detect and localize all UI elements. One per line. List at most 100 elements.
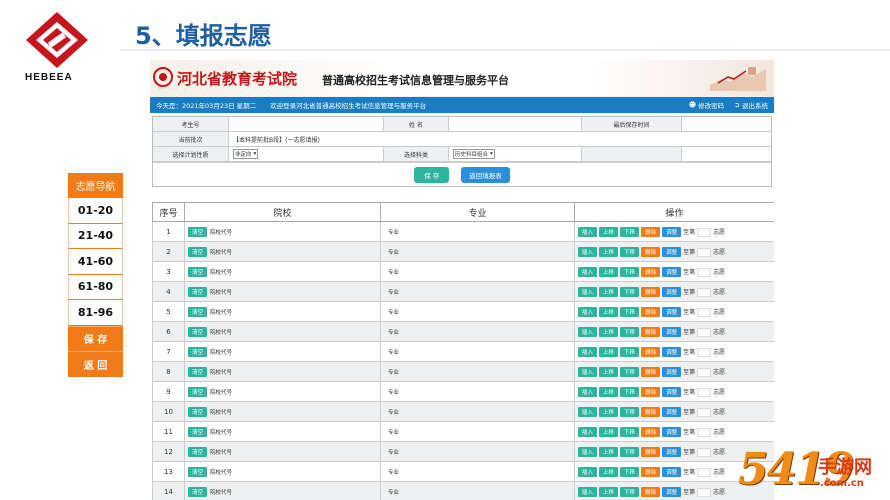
major-input[interactable]: 专业: [388, 310, 399, 316]
move-down-button[interactable]: 下移: [620, 486, 640, 497]
clear-button[interactable]: 清空: [188, 246, 208, 257]
clear-button[interactable]: 清空: [188, 346, 208, 357]
major-input[interactable]: 专业: [388, 410, 399, 416]
insert-button[interactable]: 插入: [578, 226, 598, 237]
target-position-input[interactable]: [697, 247, 712, 257]
move-down-button[interactable]: 下移: [620, 246, 640, 257]
adjust-button[interactable]: 调整: [662, 446, 682, 457]
clear-button[interactable]: 清空: [188, 306, 208, 317]
delete-button[interactable]: 删除: [641, 466, 661, 477]
target-position-input[interactable]: [697, 367, 712, 377]
move-up-button[interactable]: 上移: [599, 446, 619, 457]
move-up-button[interactable]: 上移: [599, 306, 619, 317]
target-position-input[interactable]: [697, 227, 712, 237]
adjust-button[interactable]: 调整: [662, 486, 682, 497]
move-up-button[interactable]: 上移: [599, 466, 619, 477]
move-up-button[interactable]: 上移: [599, 406, 619, 417]
delete-button[interactable]: 删除: [641, 386, 661, 397]
delete-button[interactable]: 删除: [641, 406, 661, 417]
school-code-input[interactable]: 院校代号: [210, 248, 232, 256]
insert-button[interactable]: 插入: [578, 266, 598, 277]
move-up-button[interactable]: 上移: [599, 286, 619, 297]
clear-button[interactable]: 清空: [188, 366, 208, 377]
move-down-button[interactable]: 下移: [620, 426, 640, 437]
major-input[interactable]: 专业: [388, 470, 399, 476]
move-down-button[interactable]: 下移: [620, 306, 640, 317]
major-input[interactable]: 专业: [388, 490, 399, 496]
nav-range-61-80[interactable]: 61-80: [68, 274, 123, 300]
delete-button[interactable]: 删除: [641, 286, 661, 297]
move-up-button[interactable]: 上移: [599, 346, 619, 357]
insert-button[interactable]: 插入: [578, 286, 598, 297]
clear-button[interactable]: 清空: [188, 466, 208, 477]
target-position-input[interactable]: [697, 427, 712, 437]
school-code-input[interactable]: 院校代号: [210, 488, 232, 496]
school-code-input[interactable]: 院校代号: [210, 388, 232, 396]
adjust-button[interactable]: 调整: [662, 226, 682, 237]
clear-button[interactable]: 清空: [188, 446, 208, 457]
delete-button[interactable]: 删除: [641, 346, 661, 357]
school-code-input[interactable]: 院校代号: [210, 228, 232, 236]
school-code-input[interactable]: 院校代号: [210, 408, 232, 416]
insert-button[interactable]: 插入: [578, 366, 598, 377]
nav-save-button[interactable]: 保 存: [68, 325, 123, 351]
school-code-input[interactable]: 院校代号: [210, 428, 232, 436]
insert-button[interactable]: 插入: [578, 426, 598, 437]
clear-button[interactable]: 清空: [188, 386, 208, 397]
adjust-button[interactable]: 调整: [662, 286, 682, 297]
adjust-button[interactable]: 调整: [662, 326, 682, 337]
move-down-button[interactable]: 下移: [620, 406, 640, 417]
target-position-input[interactable]: [697, 307, 712, 317]
change-password-link[interactable]: ☻ 修改密码: [689, 100, 724, 110]
clear-button[interactable]: 清空: [188, 286, 208, 297]
move-up-button[interactable]: 上移: [599, 426, 619, 437]
target-position-input[interactable]: [697, 267, 712, 277]
delete-button[interactable]: 删除: [641, 486, 661, 497]
subject-select[interactable]: 历史科目组合 ▾: [453, 149, 495, 159]
insert-button[interactable]: 插入: [578, 346, 598, 357]
major-input[interactable]: 专业: [388, 230, 399, 236]
delete-button[interactable]: 删除: [641, 446, 661, 457]
target-position-input[interactable]: [697, 407, 712, 417]
delete-button[interactable]: 删除: [641, 226, 661, 237]
school-code-input[interactable]: 院校代号: [210, 348, 232, 356]
school-code-input[interactable]: 院校代号: [210, 368, 232, 376]
major-input[interactable]: 专业: [388, 430, 399, 436]
delete-button[interactable]: 删除: [641, 266, 661, 277]
target-position-input[interactable]: [697, 347, 712, 357]
target-position-input[interactable]: [697, 287, 712, 297]
major-input[interactable]: 专业: [388, 390, 399, 396]
major-input[interactable]: 专业: [388, 370, 399, 376]
target-position-input[interactable]: [697, 327, 712, 337]
major-input[interactable]: 专业: [388, 330, 399, 336]
adjust-button[interactable]: 调整: [662, 386, 682, 397]
school-code-input[interactable]: 院校代号: [210, 448, 232, 456]
move-down-button[interactable]: 下移: [620, 286, 640, 297]
nav-range-81-96[interactable]: 81-96: [68, 300, 123, 326]
clear-button[interactable]: 清空: [188, 406, 208, 417]
clear-button[interactable]: 清空: [188, 226, 208, 237]
move-down-button[interactable]: 下移: [620, 446, 640, 457]
insert-button[interactable]: 插入: [578, 306, 598, 317]
insert-button[interactable]: 插入: [578, 406, 598, 417]
major-input[interactable]: 专业: [388, 270, 399, 276]
school-code-input[interactable]: 院校代号: [210, 468, 232, 476]
plan-select[interactable]: 非定向 ▾: [233, 149, 259, 159]
insert-button[interactable]: 插入: [578, 246, 598, 257]
move-up-button[interactable]: 上移: [599, 386, 619, 397]
adjust-button[interactable]: 调整: [662, 466, 682, 477]
insert-button[interactable]: 插入: [578, 326, 598, 337]
logout-link[interactable]: ➲ 退出系统: [734, 100, 768, 110]
adjust-button[interactable]: 调整: [662, 426, 682, 437]
delete-button[interactable]: 删除: [641, 326, 661, 337]
clear-button[interactable]: 清空: [188, 426, 208, 437]
clear-button[interactable]: 清空: [188, 326, 208, 337]
insert-button[interactable]: 插入: [578, 466, 598, 477]
adjust-button[interactable]: 调整: [662, 346, 682, 357]
school-code-input[interactable]: 院校代号: [210, 328, 232, 336]
move-down-button[interactable]: 下移: [620, 266, 640, 277]
move-up-button[interactable]: 上移: [599, 326, 619, 337]
insert-button[interactable]: 插入: [578, 386, 598, 397]
nav-range-01-20[interactable]: 01-20: [68, 198, 123, 224]
clear-button[interactable]: 清空: [188, 266, 208, 277]
